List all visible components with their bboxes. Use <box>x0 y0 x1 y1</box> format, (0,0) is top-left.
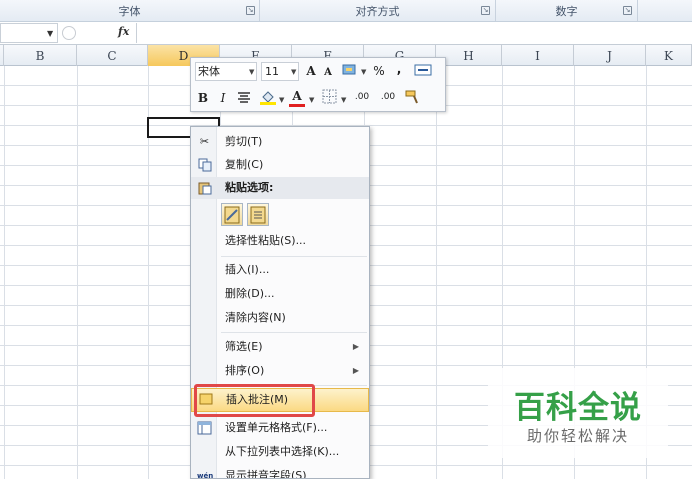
fill-color-icon[interactable] <box>259 88 277 110</box>
column-header[interactable]: B <box>4 45 77 66</box>
formula-input[interactable] <box>136 23 692 43</box>
comma-button[interactable]: , <box>393 61 405 77</box>
paste-values-icon[interactable] <box>247 203 269 226</box>
format-painter-icon[interactable] <box>403 88 421 110</box>
menu-item-clear-contents[interactable]: 清除内容(N) <box>191 307 369 329</box>
chevron-down-icon[interactable]: ▼ <box>291 68 296 76</box>
formula-bar: ▼ fx <box>0 22 692 45</box>
menu-separator <box>221 256 367 257</box>
grid-line <box>4 66 5 479</box>
borders-icon[interactable] <box>321 89 337 108</box>
grow-font-button[interactable]: A <box>304 63 318 79</box>
bold-button[interactable]: B <box>197 90 209 106</box>
menu-item-insert[interactable]: 插入(I)... <box>191 259 369 281</box>
copy-icon <box>197 158 212 172</box>
merge-center-icon[interactable] <box>413 62 433 82</box>
submenu-arrow-icon: ▶ <box>352 366 359 375</box>
insert-function-icon[interactable]: fx <box>118 25 129 38</box>
watermark-subtitle: 助你轻松解决 <box>526 427 629 445</box>
menu-item-label: 选择性粘贴(S)... <box>225 234 307 247</box>
chevron-down-icon[interactable]: ▼ <box>309 96 314 104</box>
format-cells-icon <box>197 421 212 435</box>
phonetic-icon: wén <box>197 472 214 479</box>
cancel-icon[interactable] <box>62 26 76 40</box>
menu-item-cut[interactable]: ✂ 剪切(T) <box>191 131 369 153</box>
menu-item-delete[interactable]: 删除(D)... <box>191 283 369 305</box>
column-header[interactable]: I <box>502 45 574 66</box>
chevron-down-icon[interactable]: ▼ <box>249 68 254 76</box>
paste-icon[interactable] <box>221 203 243 226</box>
percent-button[interactable]: % <box>371 63 387 79</box>
watermark-title: 百科全说 <box>514 390 642 426</box>
decrease-decimal-button[interactable]: .00 <box>377 89 399 105</box>
chevron-down-icon[interactable]: ▼ <box>279 96 284 104</box>
menu-item-label: 复制(C) <box>225 158 264 171</box>
ribbon-group-alignment: 对齐方式 <box>260 0 496 21</box>
number-dialog-launcher-icon[interactable]: ↘ <box>623 6 632 15</box>
italic-button[interactable]: I <box>217 90 229 106</box>
watermark-logo: 百科全说 助你轻松解决 <box>488 368 668 458</box>
ribbon-group-labels: 字体 ↘ 对齐方式 ↘ 数字 ↘ <box>0 0 692 22</box>
column-header[interactable]: J <box>574 45 646 66</box>
menu-item-label: 从下拉列表中选择(K)... <box>225 445 340 458</box>
ribbon-group-number-label: 数字 <box>555 4 578 18</box>
menu-item-pick-from-list[interactable]: 从下拉列表中选择(K)... <box>191 441 369 463</box>
paste-icon <box>197 181 212 195</box>
mini-toolbar: 宋体 ▼ 11 ▼ A A ▼ % , B I ▼ A ▼ ▼ .00 .00 <box>190 57 446 112</box>
ribbon-group-number: 数字 <box>496 0 638 21</box>
highlight-annotation-box <box>194 384 315 417</box>
center-align-icon[interactable] <box>237 90 251 108</box>
ribbon-group-font-label: 字体 <box>118 4 141 18</box>
alignment-dialog-launcher-icon[interactable]: ↘ <box>481 6 490 15</box>
menu-item-copy[interactable]: 复制(C) <box>191 154 369 176</box>
increase-decimal-button[interactable]: .00 <box>351 89 373 105</box>
column-header[interactable]: C <box>77 45 148 66</box>
menu-item-label: 粘贴选项: <box>225 181 274 194</box>
chevron-down-icon[interactable]: ▼ <box>361 68 366 76</box>
font-name-select[interactable]: 宋体 <box>195 62 257 81</box>
menu-item-label: 删除(D)... <box>225 287 275 300</box>
menu-item-filter[interactable]: 筛选(E) ▶ <box>191 336 369 358</box>
chevron-down-icon[interactable]: ▼ <box>47 29 53 38</box>
paste-options-row <box>221 203 281 227</box>
menu-item-label: 清除内容(N) <box>225 311 286 324</box>
accounting-format-icon[interactable] <box>340 62 360 82</box>
menu-item-show-phonetic[interactable]: wén 显示拼音字段(S) <box>191 465 369 479</box>
menu-item-label: 剪切(T) <box>225 135 263 148</box>
context-menu: ✂ 剪切(T) 复制(C) 粘贴选项: 选择性粘贴(S)... 插入(I)...… <box>190 126 370 479</box>
font-dialog-launcher-icon[interactable]: ↘ <box>246 6 255 15</box>
menu-separator <box>221 332 367 333</box>
chevron-down-icon[interactable]: ▼ <box>341 96 346 104</box>
menu-header-paste-options: 粘贴选项: <box>191 177 369 199</box>
menu-item-label: 显示拼音字段(S) <box>225 469 307 479</box>
column-header[interactable]: K <box>646 45 692 66</box>
menu-item-paste-special[interactable]: 选择性粘贴(S)... <box>191 230 369 252</box>
grid-line <box>77 66 78 479</box>
menu-item-label: 筛选(E) <box>225 340 263 353</box>
scissors-icon: ✂ <box>199 135 210 148</box>
font-color-button[interactable]: A <box>289 88 305 107</box>
menu-item-label: 排序(O) <box>225 364 265 377</box>
menu-item-format-cells[interactable]: 设置单元格格式(F)... <box>191 417 369 439</box>
shrink-font-button[interactable]: A <box>322 65 334 81</box>
submenu-arrow-icon: ▶ <box>352 342 359 351</box>
menu-item-label: 插入(I)... <box>225 263 270 276</box>
ribbon-group-alignment-label: 对齐方式 <box>355 4 400 18</box>
menu-item-label: 设置单元格格式(F)... <box>225 421 328 434</box>
name-box[interactable]: ▼ <box>0 23 58 43</box>
menu-item-sort[interactable]: 排序(O) ▶ <box>191 360 369 382</box>
ribbon-group-font: 字体 <box>0 0 260 21</box>
grid-line <box>436 66 437 479</box>
